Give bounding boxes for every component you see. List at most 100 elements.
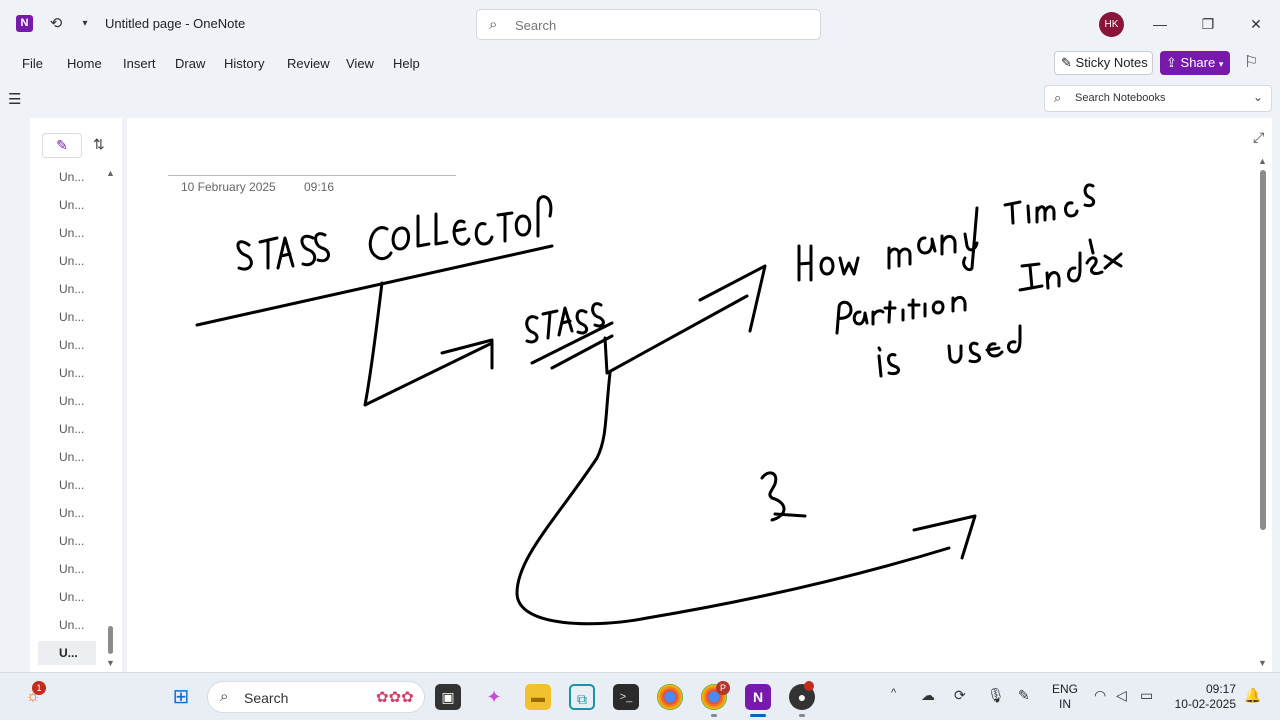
flowers-icon: ✿✿✿ [376,689,414,706]
ink-drawing[interactable] [127,118,1272,673]
ink-arrow-1 [363,281,494,407]
chrome-icon[interactable] [657,684,683,710]
scroll-up-icon[interactable]: ▲ [1258,156,1267,166]
menu-view[interactable]: View [346,56,374,71]
chrome-open-indicator [711,714,717,717]
sync-icon[interactable]: ⟳ [954,687,966,704]
menu-file[interactable]: File [22,56,43,71]
restore-icon[interactable]: ❐ [1198,14,1218,34]
menu-insert[interactable]: Insert [123,56,156,71]
microphone-icon[interactable]: 🎙 [987,687,1005,704]
share-button[interactable]: ⇪ Share ▾ [1160,51,1230,75]
chrome-profile-badge: P [716,681,730,695]
battery-icon[interactable]: ▭ [1140,687,1153,704]
volume-icon[interactable]: ◁ [1116,687,1127,704]
page-list-item[interactable]: Un... [38,417,96,441]
notebook-search[interactable]: ⌕ Search Notebooks ⌄ [1044,85,1272,112]
page-list-item[interactable]: Un... [38,585,96,609]
page-scrollbar-thumb[interactable] [1260,170,1266,530]
back-icon[interactable]: ⟲ [45,13,67,35]
chevron-up-icon[interactable]: ^ [891,687,896,699]
page-list-scrollbar-thumb[interactable] [108,626,113,654]
widgets-badge: 1 [32,681,46,695]
page-list-item[interactable]: Un... [38,193,96,217]
sticky-notes-button[interactable]: ✎ Sticky Notes [1054,51,1153,75]
page-list: ✎ ⇅ ▲ Un... Un... Un... Un... Un... Un... Un..… [30,118,122,673]
navigation-toggle-icon[interactable]: ☰ [8,90,21,108]
page-list-item[interactable]: Un... [38,333,96,357]
ink-partition-index [835,238,1123,335]
chevron-down-icon: ▾ [1218,59,1224,69]
page-list-item[interactable]: Un... [38,165,96,189]
taskbar-search[interactable]: ⌕ Search ✿✿✿ [207,681,425,713]
ink-stats-small [525,302,605,344]
page-canvas[interactable]: 10 February 2025 09:16 ⤢ ▲ ▼ [127,118,1272,673]
search-box[interactable]: ⌕ [476,9,821,40]
menu-review[interactable]: Review [287,56,330,71]
language-indicator[interactable]: ENG IN [1052,682,1078,712]
page-list-item[interactable]: Un... [38,249,96,273]
chevron-down-icon[interactable]: ⌄ [1253,90,1263,104]
share-icon: ⇪ [1166,55,1177,70]
notebook-search-placeholder: Search Notebooks [1075,92,1166,104]
search-icon: ⌕ [489,16,498,33]
new-page-icon[interactable]: ✎ [42,133,82,158]
onenote-taskbar-icon[interactable]: N [745,684,771,710]
clock[interactable]: 09:17 10-02-2025 [1174,682,1236,712]
windows-start-icon[interactable]: ⊞ [168,684,194,710]
page-list-item[interactable]: U... [38,641,96,665]
quick-access-dropdown-icon[interactable]: ▾ [74,13,96,35]
share-label: Share [1180,55,1216,70]
ink-arrow-2 [603,264,767,375]
wifi-icon[interactable]: ◠ [1094,687,1106,704]
sticky-notes-icon: ✎ [1061,55,1072,70]
menu-draw[interactable]: Draw [175,56,205,71]
onenote-logo-icon: N [16,15,33,32]
page-list-item[interactable]: Un... [38,529,96,553]
search-input[interactable] [515,16,805,34]
clock-date: 10-02-2025 [1174,697,1236,711]
page-list-item[interactable]: Un... [38,277,96,301]
onedrive-icon[interactable]: ☁ [921,687,935,704]
snipping-tool-icon[interactable]: ⧉ [569,684,595,710]
onenote-active-indicator [750,714,766,717]
feedback-icon[interactable]: ⚐ [1244,52,1258,72]
sticky-notes-label: Sticky Notes [1075,55,1148,70]
menu-bar: File Home Insert Draw History Review Vie… [0,48,1280,80]
page-list-item[interactable]: Un... [38,473,96,497]
page-list-item[interactable]: Un... [38,501,96,525]
taskbar: ☼ 1 ⊞ ⌕ Search ✿✿✿ ▣ ✦ ▬ ⧉ >_ P N ● ^ ☁ … [0,672,1280,720]
notification-bell-icon[interactable]: 🔔 [1244,687,1261,704]
obs-open-indicator [799,714,805,717]
avatar[interactable]: HK [1099,12,1124,37]
title-bar: N ⟲ ▾ Untitled page - OneNote ⌕ HK — ❐ ✕ [0,0,1280,48]
search-icon: ⌕ [1054,90,1062,105]
copilot-icon[interactable]: ✦ [481,684,507,710]
scroll-up-icon[interactable]: ▲ [106,168,115,178]
language-line-2: IN [1059,697,1071,711]
minimize-icon[interactable]: — [1150,14,1170,34]
scroll-down-icon[interactable]: ▼ [106,658,115,668]
ink-is-used [877,324,1022,378]
ink-loop-arrow [515,371,977,626]
recording-indicator [804,681,814,691]
page-list-item[interactable]: Un... [38,305,96,329]
page-list-item[interactable]: Un... [38,389,96,413]
page-list-item[interactable]: Un... [38,445,96,469]
close-icon[interactable]: ✕ [1246,14,1266,34]
page-list-item[interactable]: Un... [38,361,96,385]
scroll-down-icon[interactable]: ▼ [1258,658,1267,668]
task-view-icon[interactable]: ▣ [435,684,461,710]
menu-help[interactable]: Help [393,56,420,71]
ink-how-many-times [797,183,1096,282]
page-list-item[interactable]: Un... [38,557,96,581]
sort-icon[interactable]: ⇅ [93,136,105,153]
page-list-item[interactable]: Un... [38,613,96,637]
file-explorer-icon[interactable]: ▬ [525,684,551,710]
ink-number-three [760,471,807,522]
menu-history[interactable]: History [224,56,264,71]
page-list-item[interactable]: Un... [38,221,96,245]
terminal-icon[interactable]: >_ [613,684,639,710]
pen-icon[interactable]: ✎ [1018,687,1030,704]
menu-home[interactable]: Home [67,56,102,71]
